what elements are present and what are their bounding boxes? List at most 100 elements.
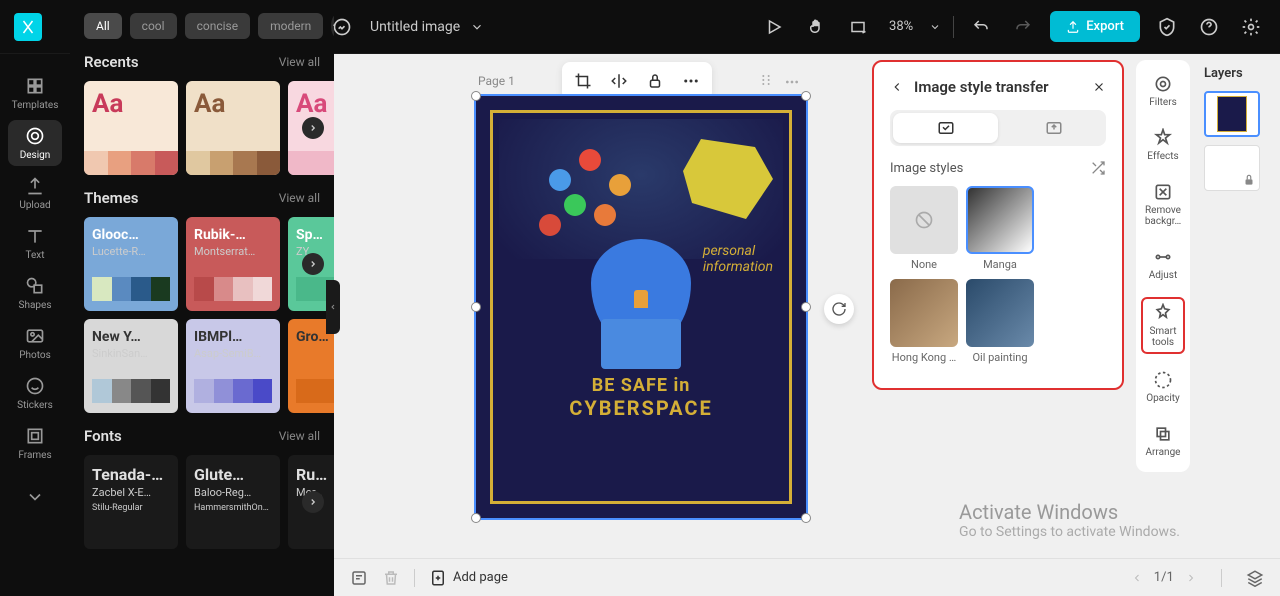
layer-thumb[interactable] [1204,91,1260,137]
help-icon[interactable] [1194,12,1224,42]
shield-check-icon[interactable] [1152,12,1182,42]
font-card[interactable]: Tenada-…Zacbel X-E…Stilu-Regular [84,455,178,549]
nav-design[interactable]: Design [8,120,62,166]
fit-button[interactable] [843,12,873,42]
style-tab-upload[interactable] [1001,110,1106,146]
notes-icon[interactable] [350,569,368,587]
nav-stickers[interactable]: Stickers [8,370,62,416]
rail-opacity[interactable]: Opacity [1141,366,1185,408]
zoom-level[interactable]: 38% [889,19,913,34]
export-button[interactable]: Export [1050,11,1140,42]
resize-handle[interactable] [471,91,481,101]
rail-adjust[interactable]: Adjust [1141,243,1185,285]
nav-more[interactable] [8,474,62,520]
more-icon[interactable] [682,72,700,90]
panel-collapse-button[interactable] [326,280,340,334]
resize-handle[interactable] [471,302,481,312]
resize-handle[interactable] [801,91,811,101]
delete-icon[interactable] [382,569,400,587]
doc-title[interactable]: Untitled image [370,19,460,35]
rail-arrange[interactable]: Arrange [1141,420,1185,462]
fonts-next-icon[interactable] [302,491,324,513]
themes-title: Themes [84,189,138,207]
theme-card[interactable]: New Y…SinkinSan… [84,319,178,413]
recents-section: RecentsView all AaAaAa [74,49,330,185]
resize-handle[interactable] [801,302,811,312]
recents-next-icon[interactable] [302,117,324,139]
rotate-button[interactable] [824,294,854,324]
nav-text[interactable]: Text [8,220,62,266]
hand-tool-button[interactable] [801,12,831,42]
crop-icon[interactable] [574,72,592,90]
settings-icon[interactable] [1236,12,1266,42]
undo-button[interactable] [966,12,996,42]
canvas-area[interactable]: Page 1 personal information [334,54,1280,558]
recents-viewall[interactable]: View all [279,55,320,69]
next-page-icon[interactable] [1185,572,1197,584]
filter-all[interactable]: All [84,13,122,39]
style-transfer-panel: Image style transfer Image styles NoneMa… [872,60,1124,390]
style-tabs [890,110,1106,146]
filter-concise[interactable]: concise [185,13,251,39]
flip-icon[interactable] [610,72,628,90]
style-tab-image[interactable] [893,113,998,143]
rail-filters[interactable]: Filters [1141,70,1185,112]
shuffle-icon[interactable] [1090,160,1106,176]
resize-handle[interactable] [801,513,811,523]
rail-removebackgr[interactable]: Remove backgr… [1141,178,1185,231]
style-option[interactable]: Hong Kong … [890,279,958,364]
app-logo[interactable] [14,13,42,41]
recent-card[interactable]: Aa [186,81,280,175]
fonts-section: Fonts View all Tenada-…Zacbel X-E…Stilu-R… [74,423,330,559]
theme-card[interactable]: Glooc…Lucette-R… [84,217,178,311]
poster-pinfo: personal information [703,243,773,275]
image-icon[interactable] [332,17,352,37]
nav-frames[interactable]: Frames [8,420,62,466]
nav-templates[interactable]: Templates [8,70,62,116]
poster-shield [591,239,691,349]
theme-card[interactable]: IBMPl…Asap-SemiB… [186,319,280,413]
redo-button[interactable] [1008,12,1038,42]
filter-row: All cool concise modern [74,1,330,49]
rail-smarttools[interactable]: Smart tools [1141,297,1185,354]
play-button[interactable] [759,12,789,42]
theme-card[interactable]: Rubik-…Montserrat… [186,217,280,311]
recents-title: Recents [84,53,139,71]
layer-thumb[interactable] [1204,145,1260,191]
themes-next-icon[interactable] [302,253,324,275]
close-icon[interactable] [1092,80,1106,94]
resize-handle[interactable] [471,513,481,523]
rail-effects[interactable]: Effects [1141,124,1185,166]
export-label: Export [1086,19,1124,34]
recent-card[interactable]: Aa [84,81,178,175]
poster-line1: BE SAFE in [592,375,691,396]
themes-viewall[interactable]: View all [279,191,320,205]
left-nav: Templates Design Upload Text Shapes Phot… [0,54,70,596]
style-option[interactable]: None [890,186,958,271]
nav-photos[interactable]: Photos [8,320,62,366]
layers-panel: Layers [1194,54,1280,558]
add-page-button[interactable]: Add page [429,569,508,587]
bottom-bar: Add page 1/1 [334,558,1280,596]
font-card[interactable]: Glute…Baloo-Reg…HammersmithOn… [186,455,280,549]
windows-watermark: Activate Windows Go to Settings to activ… [959,500,1180,540]
filter-modern[interactable]: modern [258,13,323,39]
filter-cool[interactable]: cool [130,13,177,39]
filter-scroll-icon[interactable] [331,15,334,37]
style-option[interactable]: Oil painting [966,279,1034,364]
page-more-icon[interactable] [784,74,800,90]
back-icon[interactable] [890,80,904,94]
title-chevron-icon[interactable] [470,20,484,34]
nav-shapes[interactable]: Shapes [8,270,62,316]
fonts-title: Fonts [84,427,122,445]
layers-toggle-icon[interactable] [1246,569,1264,587]
zoom-chevron-icon[interactable] [929,21,941,33]
prev-page-icon[interactable] [1131,572,1143,584]
artboard[interactable]: personal information BE SAFE in CYBERSPA… [474,94,808,520]
page-grip-icon[interactable] [758,72,774,88]
page-label: Page 1 [478,74,515,88]
lock-icon[interactable] [646,72,664,90]
fonts-viewall[interactable]: View all [279,429,320,443]
style-option[interactable]: Manga [966,186,1034,271]
nav-upload[interactable]: Upload [8,170,62,216]
